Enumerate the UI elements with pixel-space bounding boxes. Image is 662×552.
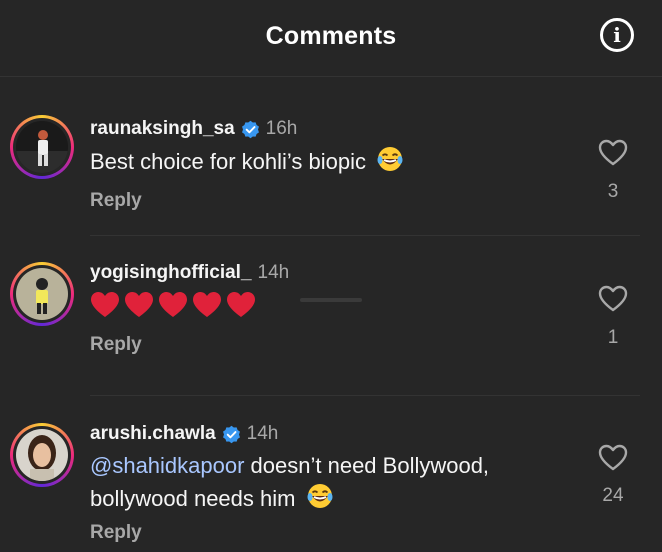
reply-button[interactable]: Reply — [90, 522, 142, 544]
red-heart-emoji — [125, 292, 153, 317]
red-heart-emoji — [159, 292, 187, 317]
comment-time: 14h — [246, 423, 279, 444]
comment-meta: yogisinghofficial_ 14h — [90, 262, 289, 284]
comment-text — [90, 291, 256, 319]
username-link[interactable]: arushi.chawla — [90, 423, 216, 445]
divider — [90, 235, 640, 236]
reply-button[interactable]: Reply — [90, 334, 142, 356]
comment-text: Best choice for kohli’s biopic — [90, 145, 560, 178]
page-title: Comments — [265, 22, 397, 50]
comment-text-content: Best choice for kohli’s biopic — [90, 149, 366, 174]
divider — [90, 395, 640, 396]
comment-text: @shahidkapoor doesn’t need Bollywood, bo… — [90, 450, 560, 515]
red-heart-emoji — [227, 292, 255, 317]
avatar[interactable] — [10, 423, 74, 487]
heart-outline-icon[interactable] — [598, 285, 628, 313]
laughing-tears-emoji — [377, 147, 403, 171]
like-count: 3 — [607, 181, 619, 202]
comment-time: 16h — [265, 118, 298, 139]
heart-outline-icon[interactable] — [598, 139, 628, 167]
verified-badge-icon — [222, 425, 240, 443]
loading-bar — [300, 298, 362, 302]
verified-badge-icon — [241, 120, 259, 138]
info-circle-icon[interactable]: i — [600, 18, 634, 52]
red-heart-emoji — [91, 292, 119, 317]
mention-link[interactable]: @shahidkapoor — [90, 453, 244, 478]
like-count: 1 — [607, 327, 619, 348]
like-count: 24 — [602, 485, 624, 506]
username-link[interactable]: raunaksingh_sa — [90, 118, 235, 140]
laughing-tears-emoji — [307, 484, 333, 508]
comment-meta: arushi.chawla 14h — [90, 423, 278, 445]
heart-outline-icon[interactable] — [598, 444, 628, 472]
comment-meta: raunaksingh_sa 16h — [90, 118, 297, 140]
reply-button[interactable]: Reply — [90, 190, 142, 212]
red-heart-emoji — [193, 292, 221, 317]
username-link[interactable]: yogisinghofficial_ — [90, 262, 252, 284]
avatar[interactable] — [10, 262, 74, 326]
comments-header: Comments i — [0, 0, 662, 77]
avatar[interactable] — [10, 115, 74, 179]
comment-time: 14h — [257, 262, 290, 283]
